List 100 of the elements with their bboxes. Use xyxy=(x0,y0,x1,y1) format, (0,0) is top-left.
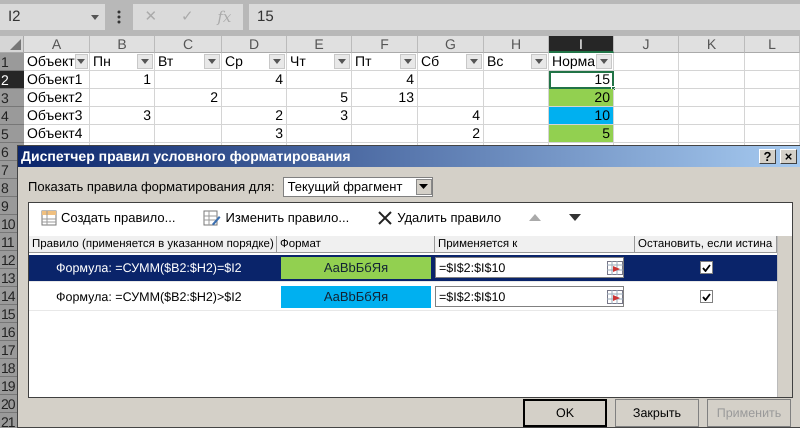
column-header[interactable]: F xyxy=(352,36,418,53)
caret-icon xyxy=(77,59,86,64)
table-cell: 3 xyxy=(287,107,352,125)
empty-cell xyxy=(614,71,679,89)
table-header: Сб xyxy=(421,53,440,70)
name-box[interactable]: I2 xyxy=(0,4,105,30)
scope-label: Показать правила форматирования для: xyxy=(28,178,275,196)
empty-cell xyxy=(745,71,800,89)
column-header: Формат xyxy=(277,236,435,253)
row-header[interactable]: 2 xyxy=(0,71,24,89)
table-cell: 3 xyxy=(222,125,287,143)
table-cell: 15 xyxy=(549,71,614,89)
table-cell: 5 xyxy=(287,89,352,107)
close-button[interactable]: × xyxy=(780,149,797,164)
dropdown-caret-icon xyxy=(416,178,432,195)
column-header: Применяется к xyxy=(435,236,635,253)
column-header[interactable]: E xyxy=(287,36,352,53)
rule-row[interactable]: Формула: =СУММ($B2:$H2)=$I2 АаBbБбЯя =$I$2:$I$10 xyxy=(29,254,777,282)
empty-cell xyxy=(745,125,800,143)
row-header[interactable]: 5 xyxy=(0,125,24,143)
move-down-button[interactable] xyxy=(569,214,582,222)
empty-cell xyxy=(679,71,745,89)
rule-formula: Формула: =СУММ($B2:$H2)=$I2 xyxy=(55,260,243,277)
filter-button[interactable] xyxy=(269,54,285,69)
table-cell: 2 xyxy=(155,89,222,107)
column-header[interactable]: A xyxy=(24,36,90,53)
table-header: Вт xyxy=(158,53,174,70)
empty-cell xyxy=(745,53,800,71)
toolbar-button[interactable]: Удалить правило xyxy=(377,208,502,228)
dialog-title: Диспетчер правил условного форматирования xyxy=(21,147,351,166)
filter-button[interactable] xyxy=(596,54,612,69)
table-cell: 3 xyxy=(90,107,155,125)
table-header: Вс xyxy=(487,53,504,70)
table-cell: 10 xyxy=(549,107,614,125)
table-cell: Объект3 xyxy=(24,107,90,125)
empty-cell xyxy=(745,89,800,107)
table-header: Чт xyxy=(290,53,306,70)
range-field[interactable]: =$I$2:$I$10 xyxy=(435,257,624,278)
scope-dropdown[interactable]: Текущий фрагмент xyxy=(282,176,433,197)
table-cell: 2 xyxy=(418,125,484,143)
table-cell: 5 xyxy=(549,125,614,143)
table-cell: 20 xyxy=(549,89,614,107)
format-preview: АаBbБбЯя xyxy=(281,286,431,308)
table-cell: Объект4 xyxy=(24,125,90,143)
empty-cell xyxy=(679,125,745,143)
table-cell: Объект2 xyxy=(24,89,90,107)
filter-button[interactable] xyxy=(466,54,482,69)
empty-cell xyxy=(679,53,745,71)
table-header: Ср xyxy=(225,53,243,70)
column-header[interactable]: H xyxy=(484,36,549,53)
checkbox[interactable] xyxy=(700,261,712,274)
table-cell: 4 xyxy=(418,107,484,125)
caret-icon xyxy=(91,14,99,20)
table-cell: Объект1 xyxy=(24,71,90,89)
filter-button[interactable] xyxy=(137,54,153,69)
range-picker-icon[interactable] xyxy=(607,290,623,304)
filter-button[interactable] xyxy=(74,54,88,69)
empty-cell xyxy=(745,107,800,125)
help-button[interactable]: ? xyxy=(759,149,776,164)
format-preview: АаBbБбЯя xyxy=(281,256,431,279)
scrollbar[interactable] xyxy=(777,236,792,397)
dialog-button[interactable]: Закрыть xyxy=(615,399,699,427)
filter-button[interactable] xyxy=(400,54,416,69)
caret-icon xyxy=(600,59,608,64)
column-header[interactable]: G xyxy=(418,36,484,53)
row-header[interactable]: 1 xyxy=(0,53,24,71)
select-all-button[interactable] xyxy=(0,36,24,53)
empty-cell xyxy=(679,107,745,125)
dialog-button[interactable]: OK xyxy=(523,399,607,427)
range-picker-icon[interactable] xyxy=(607,260,623,275)
table-cell: 13 xyxy=(352,89,418,107)
table-cell: 1 xyxy=(90,71,155,89)
column-header[interactable]: I xyxy=(549,36,614,53)
filter-button[interactable] xyxy=(204,54,220,69)
column-header[interactable]: D xyxy=(222,36,287,53)
rule-row[interactable]: Формула: =СУММ($B2:$H2)>$I2 АаBbБбЯя =$I$2:$I$10 xyxy=(29,284,777,311)
column-header[interactable]: C xyxy=(155,36,222,53)
column-header[interactable]: B xyxy=(90,36,155,53)
caret-icon xyxy=(141,59,149,64)
table-cell: 4 xyxy=(222,71,287,89)
toolbar-button[interactable]: Создать правило... xyxy=(41,208,176,228)
row-header[interactable]: 4 xyxy=(0,107,24,125)
rule-formula: Формула: =СУММ($B2:$H2)>$I2 xyxy=(55,288,243,306)
column-header[interactable]: J xyxy=(614,36,679,53)
empty-cell xyxy=(679,89,745,107)
column-header[interactable]: L xyxy=(745,36,800,53)
table-header: Норма xyxy=(552,53,596,70)
filter-button[interactable] xyxy=(334,54,350,69)
checkbox[interactable] xyxy=(700,290,712,304)
toolbar-button[interactable]: Изменить правило... xyxy=(203,208,350,228)
row-header[interactable]: 3 xyxy=(0,89,24,107)
table-cell: 4 xyxy=(352,71,418,89)
caret-icon xyxy=(535,59,543,64)
filter-button[interactable] xyxy=(531,54,547,69)
formula-input[interactable]: 15 xyxy=(249,4,800,30)
caret-icon xyxy=(338,59,346,64)
column-header[interactable]: K xyxy=(679,36,745,53)
triangle-icon xyxy=(10,39,21,50)
table-header: Объект xyxy=(27,53,75,70)
range-field[interactable]: =$I$2:$I$10 xyxy=(435,286,624,308)
